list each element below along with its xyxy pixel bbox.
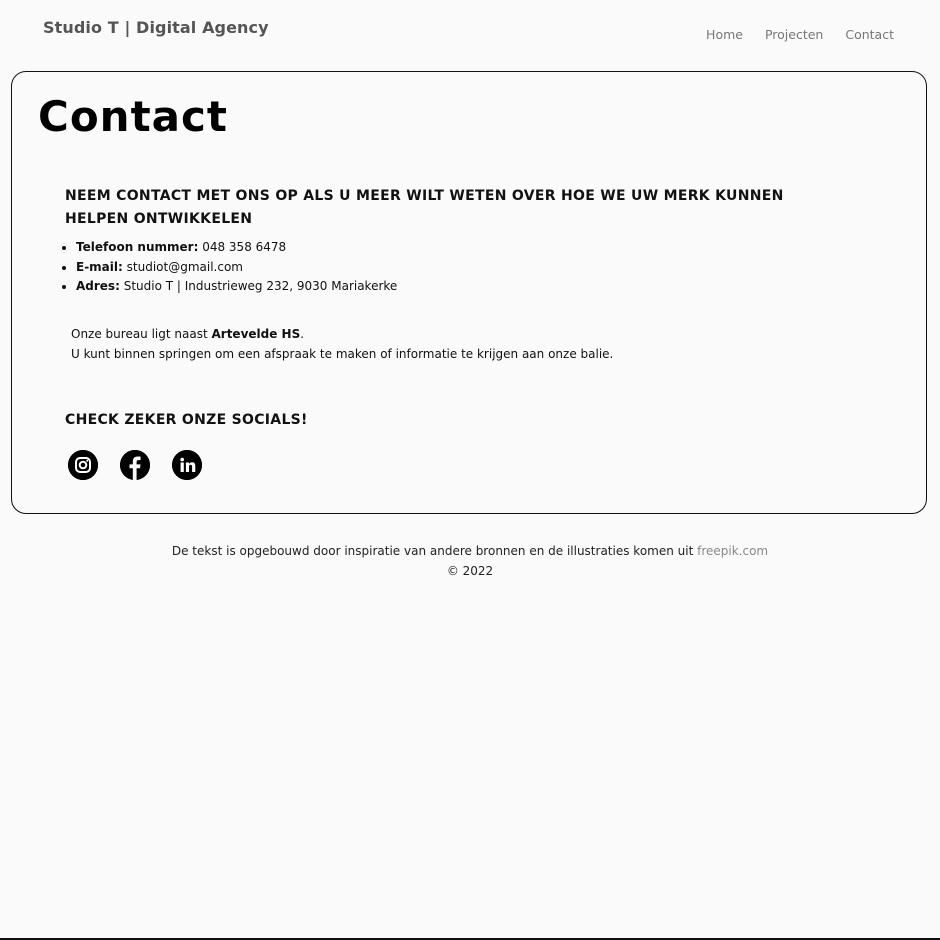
nav-contact-link[interactable]: Contact (845, 27, 894, 42)
main-nav: Home Projecten Contact (706, 27, 894, 42)
facebook-icon[interactable] (120, 450, 150, 480)
nav-home-link[interactable]: Home (706, 27, 743, 42)
site-footer: De tekst is opgebouwd door inspiratie va… (0, 541, 940, 581)
contact-item-email: E-mail: studiot@gmail.com (76, 258, 397, 278)
freepik-link[interactable]: freepik.com (697, 544, 768, 558)
contact-item-address: Adres: Studio T | Industrieweg 232, 9030… (76, 277, 397, 297)
contact-details-list: Telefoon nummer: 048 358 6478 E-mail: st… (54, 238, 397, 297)
contact-lead-heading: Neem contact met ons op als u meer wilt … (65, 188, 784, 227)
location-line-1: Onze bureau ligt naast Artevelde HS. (71, 324, 613, 344)
contact-item-label: Adres: (76, 279, 120, 294)
address-value: Studio T | Industrieweg 232, 9030 Mariak… (123, 279, 398, 294)
location-info: Onze bureau ligt naast Artevelde HS. U k… (71, 324, 613, 364)
contact-item-label: E-mail: (76, 259, 123, 274)
phone-value: 048 358 6478 (202, 240, 287, 254)
brand-logo-text[interactable]: Studio T | Digital Agency (43, 18, 269, 37)
footer-credit-text: De tekst is opgebouwd door inspiratie va… (171, 544, 698, 558)
email-value: studiot@gmail.com (126, 259, 243, 274)
contact-item-label: Telefoon nummer: (76, 240, 199, 254)
nav-projecten-link[interactable]: Projecten (765, 27, 823, 42)
location-prefix: Onze bureau ligt naast (71, 327, 212, 341)
footer-credit-line: De tekst is opgebouwd door inspiratie va… (0, 541, 940, 561)
site-header: Studio T | Digital Agency Home Projecten… (0, 0, 940, 60)
instagram-icon[interactable] (68, 450, 98, 480)
page-title: Contact (38, 92, 228, 141)
footer-copyright: © 2022 (446, 564, 494, 578)
linkedin-icon[interactable] (172, 450, 202, 480)
location-suffix: . (300, 327, 305, 341)
contact-item-phone: Telefoon nummer: 048 358 6478 (76, 238, 397, 258)
location-landmark: Artevelde HS (211, 327, 301, 341)
location-line-2: U kunt binnen springen om een afspraak t… (71, 347, 614, 361)
contact-card: Contact Neem contact met ons op als u me… (11, 71, 927, 514)
social-links (68, 450, 202, 480)
socials-heading: Check zeker onze socials! (65, 412, 308, 428)
